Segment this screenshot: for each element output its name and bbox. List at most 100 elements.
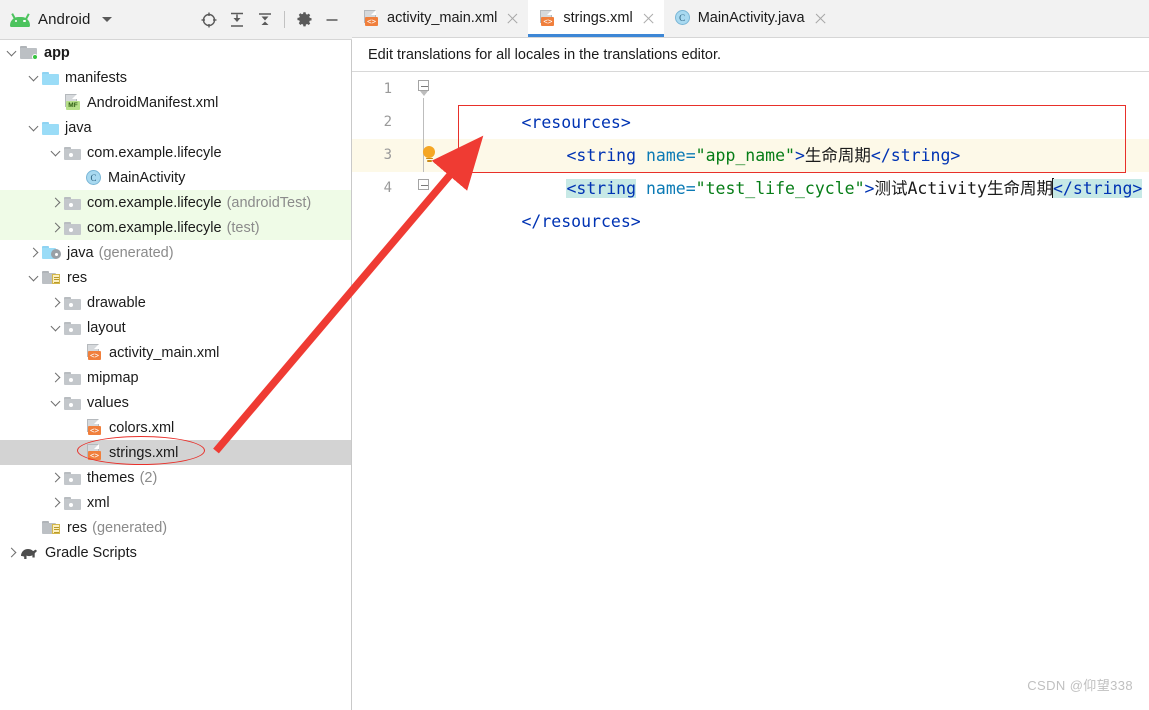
java-class-icon: C [86, 169, 102, 186]
chevron-right-icon[interactable] [48, 495, 64, 511]
tree-item-label: Gradle Scripts [45, 544, 137, 561]
tree-item-qualifier: (androidTest) [226, 194, 312, 211]
xml-file-icon: <> [86, 444, 103, 461]
tree-item-com-example-lifecyle[interactable]: com.example.lifecyle [0, 140, 351, 165]
code-line-3[interactable]: <string name="test_life_cycle">测试Activit… [487, 139, 1143, 198]
folder-app-icon [20, 45, 38, 60]
tree-item-label: themes [87, 469, 135, 486]
code-token: 测试Activity生命周期 [874, 179, 1053, 198]
chevron-right-icon[interactable] [48, 370, 64, 386]
tree-item-xml[interactable]: xml [0, 490, 351, 515]
project-tree[interactable]: app manifests MF AndroidManifest.xml java com… [0, 40, 351, 710]
chevron-down-icon[interactable] [48, 320, 64, 336]
package-icon [64, 371, 81, 385]
tree-item-mainactivity[interactable]: C MainActivity [0, 165, 351, 190]
collapse-all-icon[interactable] [251, 6, 279, 34]
chevron-right-icon[interactable] [4, 545, 20, 561]
chevron-down-icon[interactable] [26, 70, 42, 86]
xml-file-icon: <> [363, 9, 380, 27]
code-editor[interactable]: 1 2 3 4 <resources> <string name="app_na… [352, 73, 1149, 710]
chevron-down-icon[interactable] [102, 17, 113, 22]
tree-item-label: values [87, 394, 129, 411]
chevron-down-icon[interactable] [48, 145, 64, 161]
close-icon[interactable] [506, 12, 519, 25]
code-token: "test_life_cycle" [695, 179, 865, 198]
chevron-right-icon[interactable] [26, 245, 42, 261]
android-logo-icon [10, 12, 30, 27]
tree-item-colors-xml[interactable]: <> colors.xml [0, 415, 351, 440]
tree-item-drawable[interactable]: drawable [0, 290, 351, 315]
editor-tab-label: MainActivity.java [697, 10, 805, 26]
tree-item-label: layout [87, 319, 126, 336]
minimize-icon[interactable] [318, 6, 346, 34]
tree-item-mipmap[interactable]: mipmap [0, 365, 351, 390]
tree-item-label: MainActivity [108, 169, 186, 186]
code-token: </resources> [521, 212, 641, 231]
tree-item-com-example-lifecyle[interactable]: com.example.lifecyle (androidTest) [0, 190, 351, 215]
tree-item-java[interactable]: java (generated) [0, 240, 351, 265]
tree-item-label: drawable [87, 294, 146, 311]
tree-item-qualifier: (test) [226, 219, 260, 236]
chevron-down-icon[interactable] [4, 45, 20, 61]
code-line-2[interactable]: <string name="app_name">生命周期</string> [487, 106, 960, 165]
code-fold-widget-open[interactable] [418, 80, 431, 96]
chevron-down-icon[interactable] [26, 270, 42, 286]
code-token: name= [636, 179, 696, 198]
editor-tab-activity-main-xml[interactable]: <> activity_main.xml [352, 0, 528, 37]
code-line-4[interactable]: </resources> [442, 172, 640, 231]
tree-item-label: java [67, 244, 94, 261]
android-studio-window: Android app manifests MF AndroidManifest… [0, 0, 1149, 710]
tree-item-java[interactable]: java [0, 115, 351, 140]
intention-lightbulb-icon[interactable] [421, 146, 437, 164]
tree-item-com-example-lifecyle[interactable]: com.example.lifecyle (test) [0, 215, 351, 240]
close-icon[interactable] [642, 12, 655, 25]
tree-item-themes[interactable]: themes (2) [0, 465, 351, 490]
tree-item-label: res [67, 269, 88, 286]
chevron-down-icon[interactable] [26, 120, 42, 136]
tree-item-layout[interactable]: layout [0, 315, 351, 340]
tree-item-label: com.example.lifecyle [87, 144, 222, 161]
tree-item-app[interactable]: app [0, 40, 351, 65]
chevron-right-icon[interactable] [48, 470, 64, 486]
package-icon [64, 296, 81, 310]
tree-item-activity-main-xml[interactable]: <> activity_main.xml [0, 340, 351, 365]
gradle-icon [20, 545, 39, 560]
expand-all-icon[interactable] [223, 6, 251, 34]
close-icon[interactable] [814, 12, 827, 25]
chevron-right-icon[interactable] [48, 295, 64, 311]
tree-item-label: activity_main.xml [109, 344, 220, 361]
tree-item-qualifier: (generated) [98, 244, 174, 261]
tree-item-manifests[interactable]: manifests [0, 65, 351, 90]
tree-item-res[interactable]: res [0, 265, 351, 290]
tree-item-qualifier: (2) [139, 469, 158, 486]
package-icon [64, 396, 81, 410]
line-number: 1 [383, 81, 392, 97]
tree-item-label: com.example.lifecyle [87, 194, 222, 211]
chevron-right-icon[interactable] [48, 220, 64, 236]
editor-tab-mainactivity-java[interactable]: C MainActivity.java [664, 0, 836, 37]
tree-item-values[interactable]: values [0, 390, 351, 415]
editor-tab-strings-xml[interactable]: <> strings.xml [528, 0, 664, 37]
code-fold-widget-close[interactable] [418, 179, 431, 192]
settings-gear-icon[interactable] [290, 6, 318, 34]
tree-item-androidmanifest-xml[interactable]: MF AndroidManifest.xml [0, 90, 351, 115]
tree-item-label: app [44, 44, 70, 61]
folder-res-icon [42, 520, 61, 535]
code-token-matched-closing-tag: </string> [1052, 179, 1143, 198]
chevron-right-icon[interactable] [48, 195, 64, 211]
project-panel: Android app manifests MF AndroidManifest… [0, 0, 352, 710]
folder-blue-icon [42, 71, 59, 85]
folder-blue-icon [42, 121, 59, 135]
folder-generated-icon [42, 245, 61, 260]
code-line-1[interactable]: <resources> [442, 73, 630, 132]
tree-item-label: xml [87, 494, 110, 511]
locate-target-icon[interactable] [195, 6, 223, 34]
tree-item-gradle-scripts[interactable]: Gradle Scripts [0, 540, 351, 565]
tree-item-res[interactable]: res (generated) [0, 515, 351, 540]
tree-item-strings-xml[interactable]: <> strings.xml [0, 440, 351, 465]
chevron-down-icon[interactable] [48, 395, 64, 411]
